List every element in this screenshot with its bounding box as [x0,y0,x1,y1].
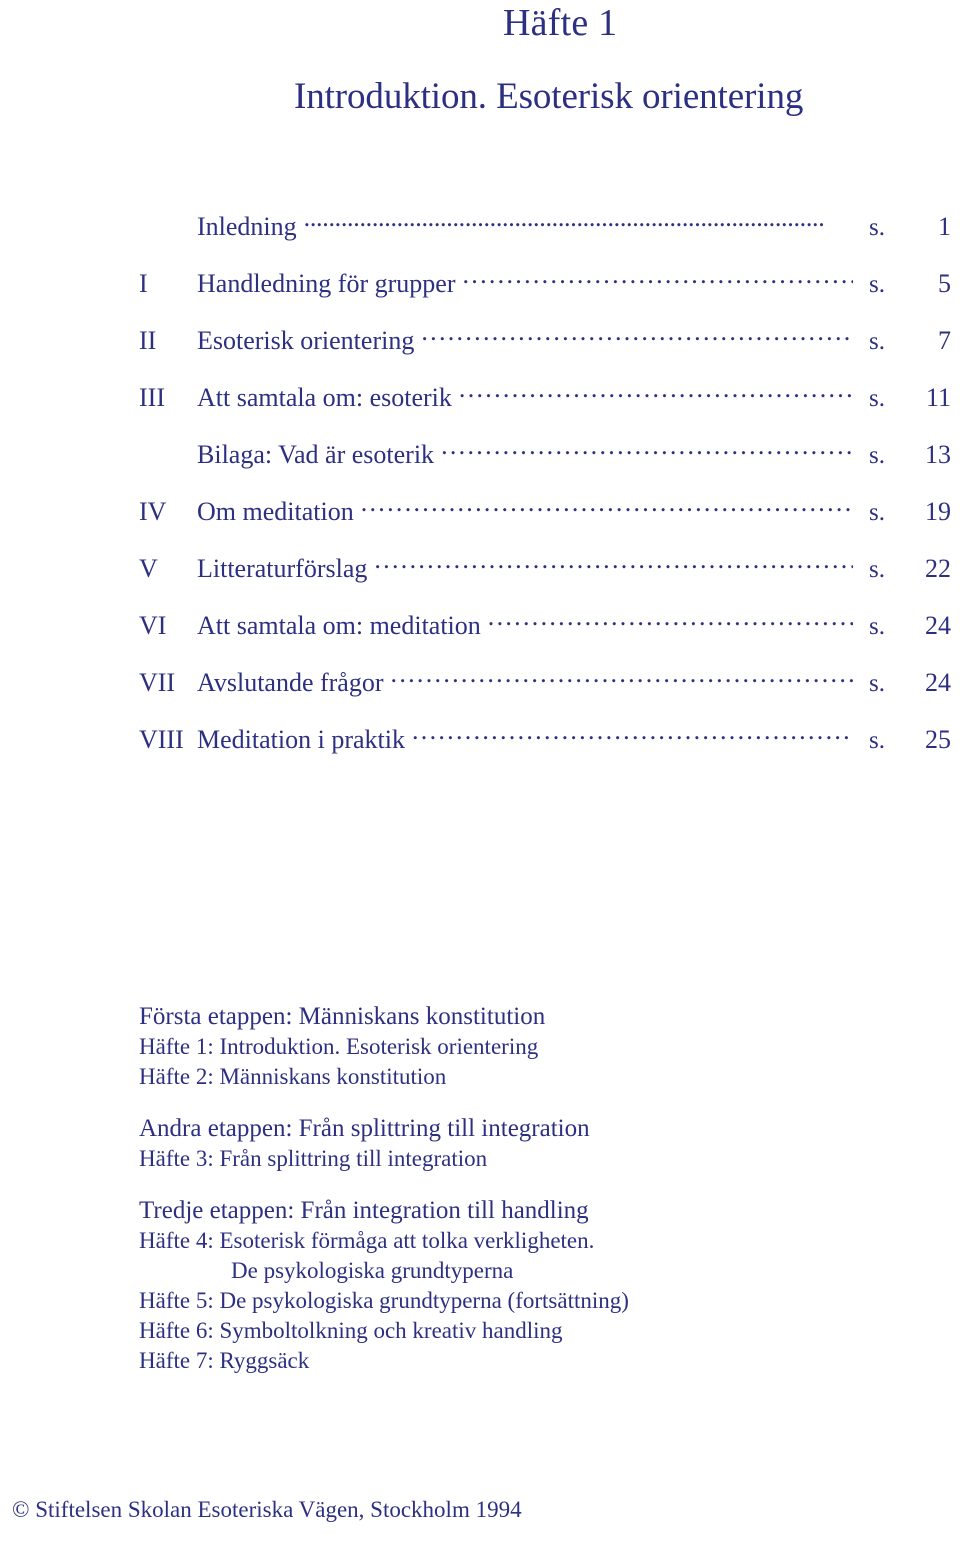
toc-page-number: 11 [925,383,951,412]
toc-page-number: 24 [925,611,951,640]
toc-entry[interactable]: IV Om meditation s. 19 [139,494,951,551]
toc-entry-title: Esoterisk orientering [197,326,415,355]
stage-group: Tredje etappen: Från integration till ha… [139,1196,839,1376]
toc-entry-numeral: II [139,326,157,355]
toc-page-prefix: s. [869,328,885,355]
toc-entry-title: Om meditation [197,497,354,526]
toc-entry-title: Avslutande frågor [197,668,384,697]
toc-page-prefix: s. [869,214,885,241]
toc-entry-title: Handledning för grupper [197,269,456,298]
toc-entry[interactable]: VI Att samtala om: meditation s. 24 [139,608,951,665]
toc-dot-leader [441,437,853,463]
toc-entry[interactable]: Bilaga: Vad är esoterik s. 13 [139,437,951,494]
booklet-list-item: Häfte 1: Introduktion. Esoterisk oriente… [139,1034,539,1059]
series-overview: Första etappen: Människans konstitution H… [139,1002,839,1398]
toc-entry-title: Inledning [197,212,297,241]
toc-entry-numeral: VII [139,668,176,697]
booklet-list-item: Häfte 2: Människans konstitution [139,1064,447,1089]
toc-entry-numeral: VI [139,611,167,640]
toc-entry[interactable]: III Att samtala om: esoterik s. 11 [139,380,951,437]
booklet-number: Häfte 1 [503,2,618,44]
toc-dot-leader [488,608,853,634]
toc-entry-numeral: IV [139,497,167,526]
booklet-list-item: Häfte 3: Från splittring till integratio… [139,1146,488,1171]
toc-page-prefix: s. [869,499,885,526]
toc-entry-numeral: VIII [139,725,184,754]
toc-page-number: 1 [938,212,951,241]
toc-dot-leader [459,380,853,406]
stage-group: Första etappen: Människans konstitution H… [139,1002,839,1092]
toc-entry-numeral: V [139,554,158,583]
toc-entry-title: Litteraturförslag [197,554,368,583]
toc-entry-numeral: I [139,269,148,298]
toc-dot-leader [361,494,853,520]
booklet-list-item: Häfte 6: Symboltolkning och kreativ hand… [139,1318,563,1343]
booklet-list-item: Häfte 4: Esoterisk förmåga att tolka ver… [139,1228,595,1253]
toc-page-prefix: s. [869,556,885,583]
toc-page-prefix: s. [869,670,885,697]
booklet-list-item: De psykologiska grundtyperna [231,1258,514,1283]
toc-page-prefix: s. [869,613,885,640]
toc-entry[interactable]: Inledning s. 1 [139,209,951,266]
toc-page-prefix: s. [869,442,885,469]
toc-entry[interactable]: I Handledning för grupper s. 5 [139,266,951,323]
toc-dot-leader [412,722,853,748]
toc-page-number: 5 [938,269,951,298]
toc-page-number: 13 [925,440,951,469]
stage-heading: Första etappen: Människans konstitution [139,1003,546,1030]
toc-entry[interactable]: V Litteraturförslag s. 22 [139,551,951,608]
page-title: Introduktion. Esoterisk orientering [294,76,804,117]
booklet-list-item: Häfte 7: Ryggsäck [139,1348,310,1373]
toc-entry-title: Att samtala om: meditation [197,611,481,640]
toc-dot-leader [391,665,853,691]
toc-page-number: 19 [925,497,951,526]
toc-page-number: 22 [925,554,951,583]
stage-heading: Andra etappen: Från splittring till inte… [139,1115,590,1142]
toc-dot-leader [304,209,853,235]
toc-page-number: 7 [938,326,951,355]
toc-entry-title: Att samtala om: esoterik [197,383,452,412]
toc-entry-title: Meditation i praktik [197,725,405,754]
toc-page-prefix: s. [869,385,885,412]
toc-dot-leader [421,323,853,349]
toc-page-number: 25 [925,725,951,754]
table-of-contents: Inlednings.1IHandledning för gruppers.5I… [139,209,951,779]
copyright-notice: © Stiftelsen Skolan Esoteriska Vägen, St… [12,1497,522,1522]
toc-page-prefix: s. [869,271,885,298]
toc-dot-leader [374,551,853,577]
stage-heading: Tredje etappen: Från integration till ha… [139,1197,589,1224]
toc-entry-numeral: III [139,383,165,412]
toc-page-number: 24 [925,668,951,697]
toc-entry[interactable]: VII Avslutande frågor s. 24 [139,665,951,722]
toc-entry[interactable]: II Esoterisk orientering s. 7 [139,323,951,380]
toc-entry[interactable]: VIII Meditation i praktik s. 25 [139,722,951,779]
toc-entry-title: Bilaga: Vad är esoterik [197,440,435,469]
toc-dot-leader [462,266,853,292]
toc-page-prefix: s. [869,727,885,754]
booklet-list-item: Häfte 5: De psykologiska grundtyperna (f… [139,1288,629,1313]
stage-group: Andra etappen: Från splittring till inte… [139,1114,839,1174]
